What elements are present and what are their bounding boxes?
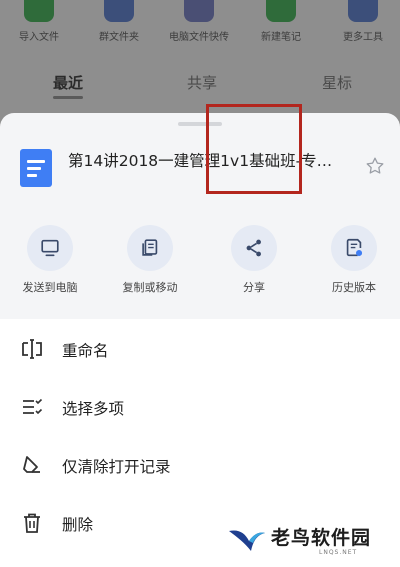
watermark-text: 老鸟软件园: [271, 527, 372, 549]
tool-label: 电脑文件快传: [169, 32, 229, 43]
watermark-subtext: LNQS.NET: [319, 549, 358, 556]
tool-import-files[interactable]: 导入文件: [4, 0, 74, 43]
history-version-icon: [346, 238, 363, 257]
active-tab-indicator: [53, 96, 83, 99]
tab-shared[interactable]: 共享: [187, 72, 217, 93]
tool-more[interactable]: 更多工具: [328, 0, 398, 43]
copy-or-move-button[interactable]: 复制或移动: [100, 225, 200, 295]
send-to-pc-button[interactable]: 发送到电脑: [0, 225, 100, 295]
action-label: 发送到电脑: [22, 281, 78, 294]
list-item-label: 选择多项: [62, 400, 125, 418]
site-watermark: 老鸟软件园 LNQS.NET: [205, 513, 400, 567]
list-item-label: 删除: [62, 516, 94, 534]
bird-logo-icon: [229, 530, 265, 551]
action-label: 复制或移动: [122, 281, 178, 294]
document-icon: [20, 149, 52, 187]
file-action-sheet: 第14讲2018一建管理1v1基础班-专… 发送到电脑 复制或移动 分享 历史版…: [0, 113, 400, 567]
tool-label: 新建笔记: [261, 32, 301, 43]
star-icon[interactable]: [364, 155, 386, 177]
tool-pc-transfer[interactable]: 电脑文件快传: [164, 0, 234, 43]
tool-label: 群文件夹: [99, 32, 139, 43]
tools-bar: 导入文件 群文件夹 电脑文件快传 新建笔记 更多工具: [0, 0, 400, 50]
share-icon: [246, 239, 261, 257]
tool-label: 更多工具: [343, 32, 383, 43]
action-row: 发送到电脑 复制或移动 分享 历史版本: [0, 209, 400, 315]
transfer-icon: [184, 0, 214, 22]
tool-group-folder[interactable]: 群文件夹: [84, 0, 154, 43]
action-label: 历史版本: [332, 281, 376, 294]
multi-select-item[interactable]: 选择多项: [0, 377, 400, 435]
share-button[interactable]: 分享: [204, 225, 304, 295]
tab-recent[interactable]: 最近: [53, 72, 83, 93]
eraser-icon: [23, 456, 40, 473]
tool-new-note[interactable]: 新建笔记: [246, 0, 316, 43]
note-icon: [266, 0, 296, 22]
import-icon: [24, 0, 54, 22]
clear-open-record-item[interactable]: 仅清除打开记录: [0, 435, 400, 493]
file-header: 第14讲2018一建管理1v1基础班-专…: [0, 135, 400, 205]
more-tools-icon: [348, 0, 378, 22]
list-item-label: 重命名: [62, 342, 109, 360]
multi-select-icon: [23, 398, 43, 415]
action-label: 分享: [243, 281, 265, 294]
rename-item[interactable]: 重命名: [0, 319, 400, 377]
tab-starred[interactable]: 星标: [322, 72, 352, 93]
share-highlight-box: [206, 104, 302, 194]
monitor-icon: [41, 239, 59, 257]
folder-icon: [104, 0, 134, 22]
tool-label: 导入文件: [19, 32, 59, 43]
list-item-label: 仅清除打开记录: [62, 458, 171, 476]
copy-icon: [142, 239, 158, 256]
rename-icon: [22, 339, 42, 359]
trash-icon: [24, 513, 40, 533]
history-version-button[interactable]: 历史版本: [304, 225, 400, 295]
